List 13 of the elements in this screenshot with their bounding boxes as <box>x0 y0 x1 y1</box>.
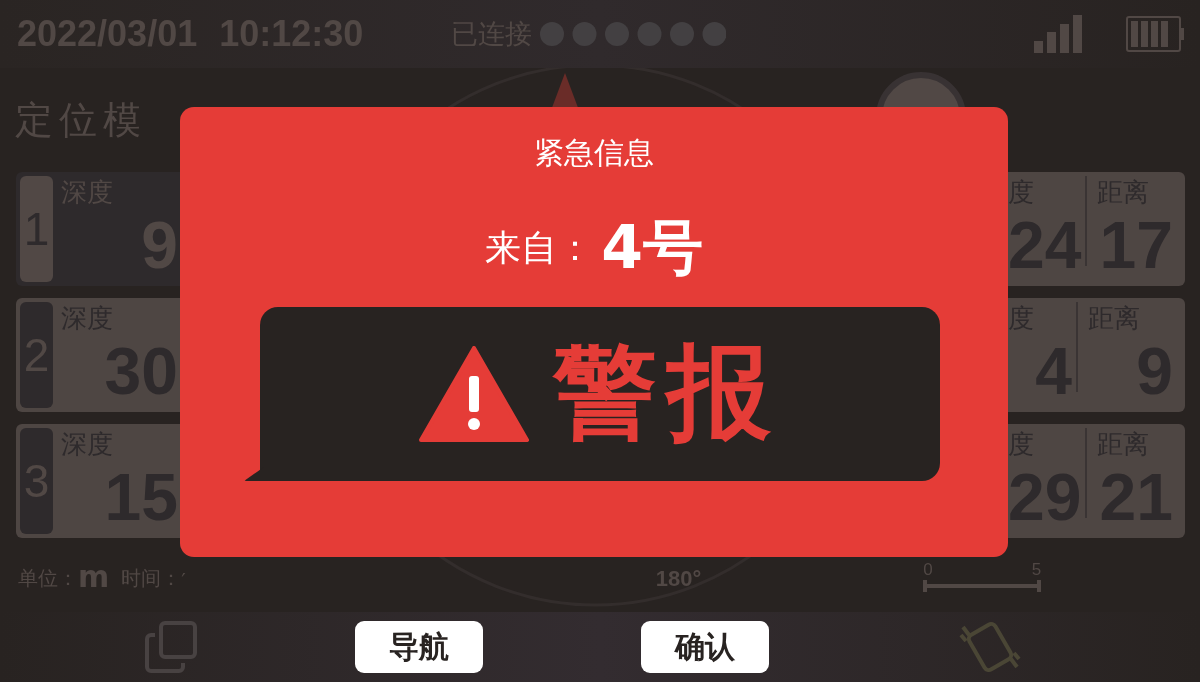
time-value: ′ <box>181 568 186 592</box>
sender-value: 4号 <box>601 211 703 284</box>
warning-icon <box>419 346 529 442</box>
dialog-title: 紧急信息 <box>534 134 654 172</box>
action-button[interactable]: 导航 <box>355 621 483 673</box>
vibrate-icon[interactable] <box>959 619 1021 675</box>
connection-dots-icon <box>540 21 727 47</box>
signal-icon <box>1034 15 1082 53</box>
action-button[interactable]: 确认 <box>641 621 769 673</box>
alert-text: 警报 <box>553 330 781 455</box>
battery-icon <box>1126 16 1184 52</box>
sender-label: 来自： <box>485 226 594 270</box>
copy-icon[interactable] <box>145 621 197 673</box>
